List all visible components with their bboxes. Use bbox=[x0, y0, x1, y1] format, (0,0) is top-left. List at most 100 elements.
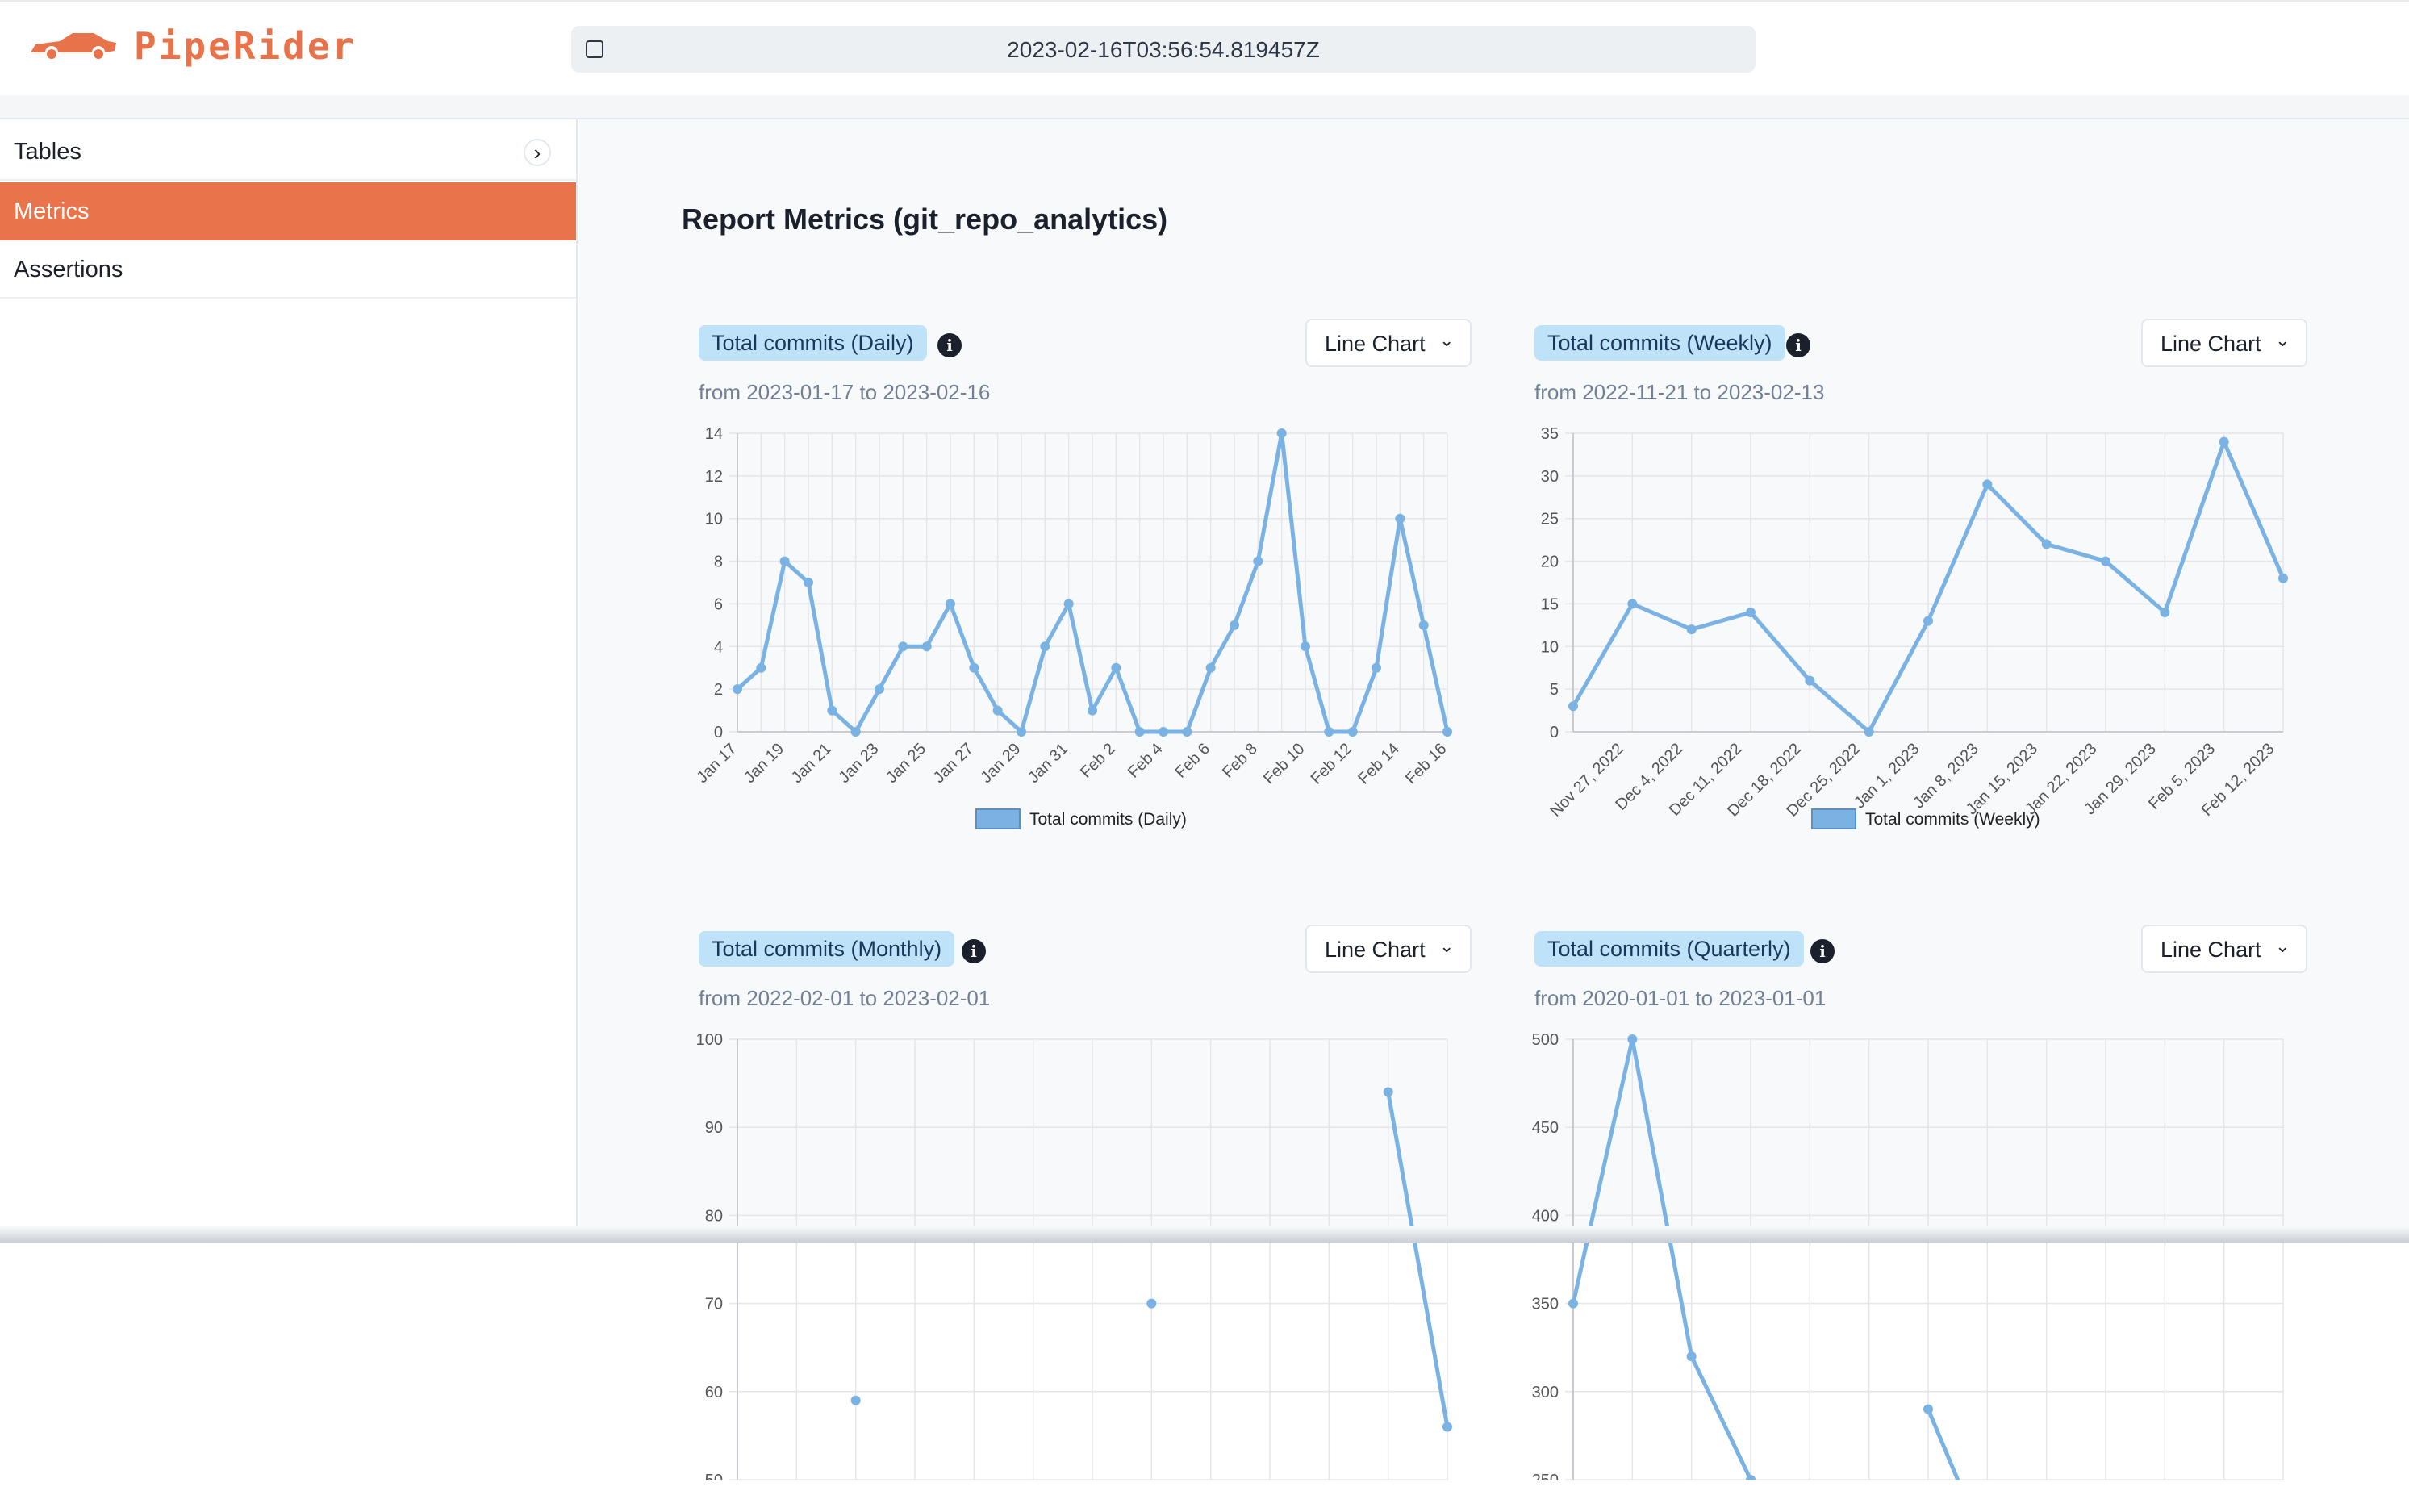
data-point[interactable] bbox=[921, 641, 932, 652]
data-point[interactable] bbox=[1063, 599, 1074, 609]
data-point[interactable] bbox=[1111, 662, 1121, 673]
data-point[interactable] bbox=[850, 1395, 861, 1405]
data-point[interactable] bbox=[1276, 428, 1287, 438]
data-point[interactable] bbox=[1253, 556, 1263, 566]
metric-badge: Total commits (Daily) bbox=[699, 325, 927, 361]
metric-card-daily: Total commits (Daily) i Line Chart ⌄ fro… bbox=[694, 319, 1489, 906]
data-point[interactable] bbox=[1230, 620, 1239, 630]
y-tick-label: 60 bbox=[705, 1384, 723, 1401]
data-point[interactable] bbox=[1372, 662, 1381, 673]
run-selector[interactable]: 2023-02-16T03:56:54.819457Z bbox=[571, 26, 1756, 73]
data-point[interactable] bbox=[1805, 675, 1815, 686]
line-chart: 250 300 350 400 450 500 bbox=[1532, 1031, 2284, 1480]
info-icon[interactable]: i bbox=[962, 939, 986, 963]
sidebar-item-metrics[interactable]: Metrics bbox=[0, 182, 576, 240]
logo[interactable]: PipeRider bbox=[27, 24, 357, 68]
chart-type-label: Line Chart bbox=[1325, 938, 1426, 962]
x-tick-label: Jan 23 bbox=[836, 740, 883, 787]
y-tick-label: 12 bbox=[705, 468, 723, 486]
data-point[interactable] bbox=[1627, 1034, 1638, 1044]
data-point[interactable] bbox=[850, 727, 861, 737]
x-tick-label: Jan 27 bbox=[930, 740, 977, 787]
data-point[interactable] bbox=[1923, 1404, 1933, 1414]
legend-swatch[interactable] bbox=[975, 808, 1021, 829]
x-tick-label: Jan 21 bbox=[788, 740, 835, 787]
data-point[interactable] bbox=[1301, 641, 1310, 652]
y-tick-label: 25 bbox=[1541, 511, 1559, 528]
data-point[interactable] bbox=[1146, 1298, 1157, 1309]
series-line bbox=[1926, 1408, 1960, 1480]
data-point[interactable] bbox=[2041, 539, 2052, 549]
chevron-down-icon: ⌄ bbox=[2275, 330, 2290, 350]
data-point[interactable] bbox=[1627, 599, 1638, 609]
chart-type-select[interactable]: Line Chart ⌄ bbox=[2141, 925, 2307, 973]
sidebar-item-tables[interactable]: Tables › bbox=[0, 123, 576, 181]
chevron-down-icon: ⌄ bbox=[1439, 330, 1455, 350]
data-point[interactable] bbox=[1686, 624, 1697, 635]
data-point[interactable] bbox=[733, 684, 742, 695]
legend-swatch[interactable] bbox=[1811, 808, 1856, 829]
data-point[interactable] bbox=[875, 684, 884, 695]
data-point[interactable] bbox=[2278, 573, 2288, 583]
chart-type-label: Line Chart bbox=[1325, 332, 1426, 356]
data-point[interactable] bbox=[1347, 727, 1358, 737]
data-point[interactable] bbox=[1923, 616, 1933, 626]
data-point[interactable] bbox=[827, 705, 837, 716]
data-point[interactable] bbox=[1395, 513, 1405, 524]
info-icon[interactable]: i bbox=[1786, 333, 1810, 357]
data-point[interactable] bbox=[1686, 1351, 1697, 1362]
data-point[interactable] bbox=[1159, 727, 1168, 737]
data-point[interactable] bbox=[1418, 620, 1429, 630]
y-tick-label: 0 bbox=[714, 724, 723, 741]
data-point[interactable] bbox=[2101, 556, 2110, 566]
data-point[interactable] bbox=[1088, 705, 1097, 716]
chart-type-select[interactable]: Line Chart ⌄ bbox=[2141, 319, 2307, 367]
data-point[interactable] bbox=[992, 705, 1003, 716]
y-tick-label: 450 bbox=[1532, 1119, 1559, 1137]
data-point[interactable] bbox=[1442, 727, 1452, 737]
data-point[interactable] bbox=[2219, 436, 2229, 447]
data-point[interactable] bbox=[1182, 727, 1192, 737]
legend-label[interactable]: Total commits (Daily) bbox=[1029, 810, 1187, 829]
x-tick-label: Jan 29 bbox=[978, 740, 1025, 787]
x-tick-label: Nov 27, 2022 bbox=[1547, 740, 1627, 821]
data-point[interactable] bbox=[1383, 1087, 1393, 1097]
y-tick-label: 2 bbox=[714, 681, 723, 699]
data-point[interactable] bbox=[898, 641, 908, 652]
y-tick-label: 350 bbox=[1532, 1296, 1559, 1314]
chart-type-select[interactable]: Line Chart ⌄ bbox=[1305, 925, 1472, 973]
sidebar-item-label: Assertions bbox=[14, 257, 123, 282]
y-tick-label: 15 bbox=[1541, 595, 1559, 613]
data-point[interactable] bbox=[1746, 608, 1756, 617]
data-point[interactable] bbox=[1442, 1422, 1452, 1432]
data-point[interactable] bbox=[1568, 701, 1578, 712]
legend-label[interactable]: Total commits (Weekly) bbox=[1865, 810, 2040, 829]
data-point[interactable] bbox=[1205, 662, 1216, 673]
data-point[interactable] bbox=[804, 578, 813, 587]
sidebar-item-assertions[interactable]: Assertions bbox=[0, 240, 576, 299]
data-point[interactable] bbox=[1864, 727, 1874, 737]
data-point[interactable] bbox=[756, 662, 766, 673]
info-icon[interactable]: i bbox=[1810, 939, 1835, 963]
data-point[interactable] bbox=[1324, 727, 1334, 737]
y-tick-label: 6 bbox=[714, 595, 723, 613]
chevron-right-icon[interactable]: › bbox=[524, 139, 551, 166]
data-point[interactable] bbox=[946, 599, 955, 609]
metric-card-monthly: Total commits (Monthly) i Line Chart ⌄ f… bbox=[696, 925, 1489, 1512]
data-point[interactable] bbox=[1982, 479, 1993, 490]
series-line bbox=[1386, 1092, 1450, 1427]
data-point[interactable] bbox=[1134, 727, 1145, 737]
x-tick-label: Feb 12 bbox=[1308, 740, 1356, 788]
series-line bbox=[1571, 1037, 1753, 1480]
app-name: PipeRider bbox=[134, 24, 357, 68]
data-point[interactable] bbox=[779, 556, 790, 566]
line-chart: 02468101214Jan 17 Jan 19 Jan 21 Jan 23 Jan 2… bbox=[694, 425, 1452, 829]
chart-type-select[interactable]: Line Chart ⌄ bbox=[1305, 319, 1472, 367]
data-point[interactable] bbox=[1040, 641, 1050, 652]
info-icon[interactable]: i bbox=[937, 333, 962, 357]
data-point[interactable] bbox=[1017, 727, 1026, 737]
x-tick-label: Feb 2 bbox=[1077, 740, 1119, 782]
data-point[interactable] bbox=[969, 662, 979, 673]
data-point[interactable] bbox=[1568, 1298, 1578, 1309]
data-point[interactable] bbox=[2160, 608, 2170, 617]
